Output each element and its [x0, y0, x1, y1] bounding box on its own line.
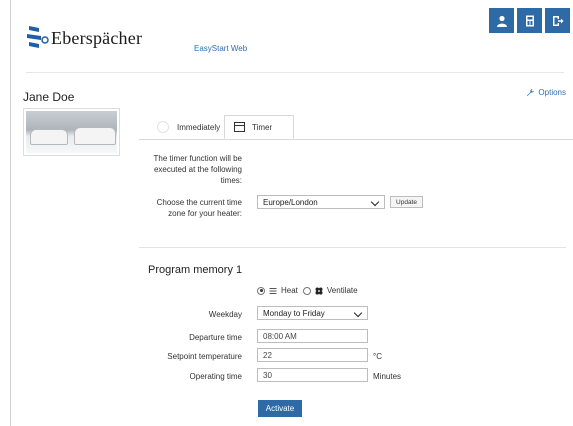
- logo-text: Eberspächer: [51, 27, 143, 48]
- user-name: Jane Doe: [23, 90, 75, 104]
- app-name-link[interactable]: EasyStart Web: [194, 44, 247, 53]
- timezone-select[interactable]: Europe/London: [257, 195, 385, 209]
- heater-vehicle-image: [23, 108, 120, 156]
- setpoint-label: Setpoint temperature: [167, 352, 242, 361]
- device-icon: [525, 15, 534, 26]
- weekday-label: Weekday: [208, 310, 242, 319]
- mode-radio-group: Heat Ventilate: [257, 286, 358, 295]
- user-button[interactable]: [489, 8, 514, 33]
- app-frame: Eberspächer EasyStart Web Jane Doe Optio…: [10, 0, 573, 426]
- timer-description: The timer function will be executed at t…: [153, 154, 242, 185]
- activate-button[interactable]: Activate: [258, 400, 302, 417]
- user-icon: [496, 15, 507, 27]
- device-button[interactable]: [517, 8, 542, 33]
- setpoint-temperature-input[interactable]: 22: [257, 348, 368, 362]
- timezone-label: Choose the current time zone for your he…: [156, 198, 242, 218]
- tab-immediately-label: Immediately: [177, 122, 221, 132]
- tab-immediately[interactable]: Immediately: [145, 115, 225, 139]
- mode-tabs: Immediately Timer: [139, 115, 573, 140]
- brand-logo[interactable]: Eberspächer: [25, 24, 142, 52]
- ventilate-radio[interactable]: [302, 286, 311, 295]
- section-divider: [139, 247, 566, 248]
- departure-label: Departure time: [189, 333, 242, 342]
- options-link[interactable]: Options: [526, 88, 566, 97]
- logout-button[interactable]: [545, 8, 570, 33]
- chevron-down-icon: [370, 197, 380, 207]
- logout-icon: [552, 15, 563, 26]
- setpoint-unit: °C: [373, 352, 382, 361]
- program-title: Program memory 1: [148, 264, 243, 276]
- power-icon: [157, 121, 169, 133]
- operating-unit: Minutes: [373, 372, 402, 381]
- departure-time-input[interactable]: 08:00 AM: [257, 329, 368, 343]
- operating-time-input[interactable]: 30: [257, 368, 368, 382]
- tab-timer[interactable]: Timer: [224, 115, 294, 139]
- fan-icon: [315, 287, 323, 294]
- weekday-select[interactable]: Monday to Friday: [257, 306, 368, 320]
- options-label: Options: [538, 88, 566, 97]
- heat-label: Heat: [281, 286, 298, 295]
- chevron-down-icon: [353, 308, 363, 318]
- timezone-value: Europe/London: [263, 197, 318, 207]
- header-divider: [26, 72, 564, 73]
- header-buttons: [489, 8, 570, 33]
- ventilate-label: Ventilate: [326, 286, 358, 295]
- operating-label: Operating time: [189, 372, 242, 381]
- heat-icon: [269, 287, 277, 294]
- eberspaecher-logo-icon: [25, 24, 53, 52]
- update-button[interactable]: Update: [390, 196, 423, 208]
- tab-timer-label: Timer: [252, 122, 273, 132]
- weekday-value: Monday to Friday: [263, 308, 325, 318]
- wrench-icon: [527, 88, 535, 97]
- heat-radio[interactable]: [257, 286, 265, 295]
- calendar-icon: [234, 122, 245, 132]
